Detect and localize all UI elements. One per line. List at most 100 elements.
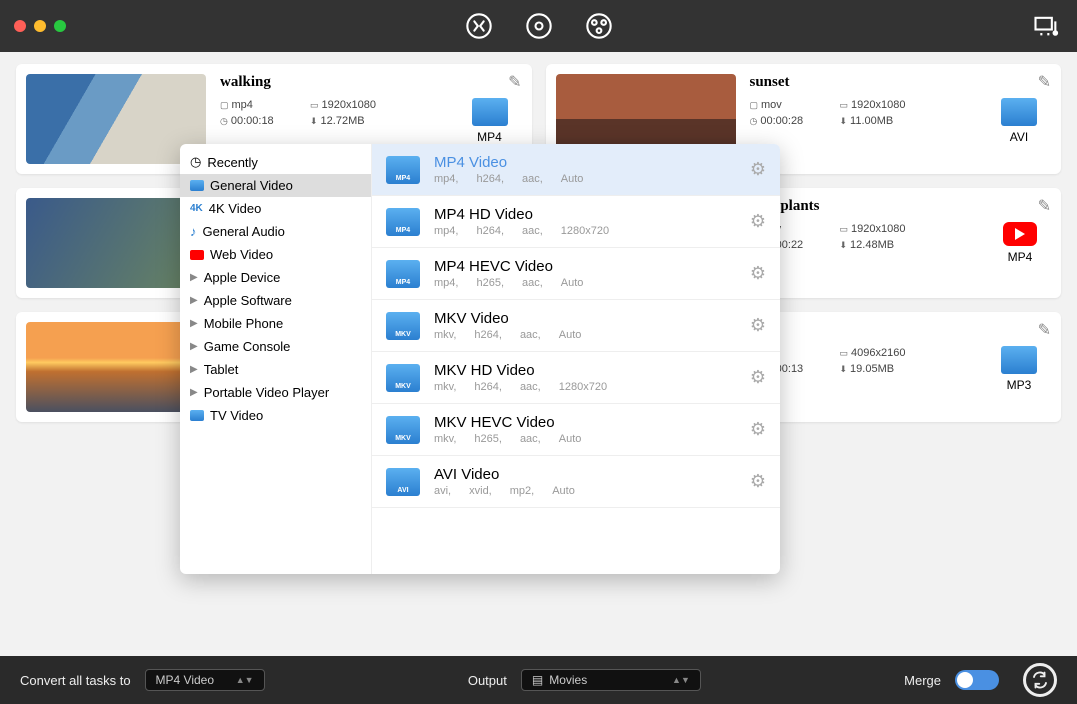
video-title: rine-plants [750, 198, 1052, 215]
format-option[interactable]: MKV MKV Video mkv,h264,aac,Auto ⚙ [372, 300, 780, 352]
gear-icon[interactable]: ⚙ [750, 471, 766, 492]
format-icon [472, 98, 508, 126]
format-text: MP4 HD Video mp4,h264,aac,1280x720 [434, 206, 750, 237]
category-item[interactable]: ▶Apple Software [180, 289, 371, 312]
format-thumb-icon: MP4 [386, 156, 420, 184]
category-item[interactable]: ▶Apple Device [180, 266, 371, 289]
resolution: ▭ 4096x2160 [840, 347, 960, 359]
close-window-button[interactable] [14, 20, 26, 32]
category-item[interactable]: TV Video [180, 404, 371, 427]
output-format-badge[interactable]: MP4 [472, 98, 508, 144]
category-item[interactable]: ▶Portable Video Player [180, 381, 371, 404]
maximize-window-button[interactable] [54, 20, 66, 32]
output-folder-value: Movies [549, 673, 587, 687]
music-note-icon: ♪ [190, 224, 197, 239]
format-name: MP4 Video [434, 154, 750, 171]
start-convert-button[interactable] [1023, 663, 1057, 697]
youtube-icon [1003, 222, 1037, 246]
output-format-badge[interactable]: MP4 [1003, 222, 1037, 264]
format-icon [1001, 98, 1037, 126]
filesize: ⬇ 12.48MB [840, 239, 960, 251]
gear-icon[interactable]: ⚙ [750, 367, 766, 388]
output-format-badge[interactable]: MP3 [1001, 346, 1037, 392]
edit-icon[interactable]: ✎ [1038, 320, 1051, 340]
format-name: MKV HD Video [434, 362, 750, 379]
output-format-label: MP4 [1003, 250, 1037, 264]
youtube-icon [190, 250, 204, 260]
movie-tab-icon[interactable] [584, 11, 614, 41]
category-label: General Audio [203, 224, 285, 239]
format-option[interactable]: MKV MKV HEVC Video mkv,h265,aac,Auto ⚙ [372, 404, 780, 456]
film-icon [190, 180, 204, 191]
edit-icon[interactable]: ✎ [1038, 196, 1051, 216]
category-item[interactable]: ◷Recently [180, 150, 371, 174]
output-format-badge[interactable]: AVI [1001, 98, 1037, 144]
format-thumb-icon: MKV [386, 416, 420, 444]
output-label: Output [468, 673, 507, 688]
category-item[interactable]: ▶Tablet [180, 358, 371, 381]
gear-icon[interactable]: ⚙ [750, 159, 766, 180]
edit-icon[interactable]: ✎ [508, 72, 521, 92]
filesize: ⬇ 19.05MB [840, 363, 960, 375]
media-library-icon[interactable] [1031, 11, 1061, 41]
format-detail: mp4,h264,aac,1280x720 [434, 225, 750, 237]
filesize: ⬇ 11.00MB [840, 115, 960, 127]
tv-icon [190, 410, 204, 421]
clock-icon: ◷ [190, 154, 201, 170]
format-detail: mp4,h265,aac,Auto [434, 277, 750, 289]
convert-all-value: MP4 Video [156, 673, 214, 687]
caret-icon: ▲▼ [672, 675, 690, 685]
format-detail: mp4,h264,aac,Auto [434, 173, 750, 185]
format-thumb-icon: MKV [386, 364, 420, 392]
category-label: Web Video [210, 247, 273, 262]
convert-all-label: Convert all tasks to [20, 673, 131, 688]
folder-icon: ▤ [532, 673, 543, 687]
category-item[interactable]: General Video [180, 174, 371, 197]
category-item[interactable]: Web Video [180, 243, 371, 266]
format-thumb-icon: MP4 [386, 208, 420, 236]
duration: ◷ 00:00:28 [750, 115, 840, 127]
gear-icon[interactable]: ⚙ [750, 263, 766, 284]
category-item[interactable]: 4K4K Video [180, 197, 371, 220]
category-label: Mobile Phone [204, 316, 284, 331]
convert-all-select[interactable]: MP4 Video ▲▼ [145, 669, 265, 691]
format-option[interactable]: MP4 MP4 HEVC Video mp4,h265,aac,Auto ⚙ [372, 248, 780, 300]
format-detail: mkv,h264,aac,1280x720 [434, 381, 750, 393]
format-list: MP4 MP4 Video mp4,h264,aac,Auto ⚙ MP4 MP… [372, 144, 780, 574]
top-tabs [464, 11, 614, 41]
category-label: General Video [210, 178, 293, 193]
format-text: MP4 Video mp4,h264,aac,Auto [434, 154, 750, 185]
video-thumbnail [26, 322, 206, 412]
video-title: ce [750, 322, 1052, 339]
format-detail: mkv,h264,aac,Auto [434, 329, 750, 341]
format-option[interactable]: MKV MKV HD Video mkv,h264,aac,1280x720 ⚙ [372, 352, 780, 404]
caret-icon: ▲▼ [236, 675, 254, 685]
gear-icon[interactable]: ⚙ [750, 211, 766, 232]
format-option[interactable]: MP4 MP4 HD Video mp4,h264,aac,1280x720 ⚙ [372, 196, 780, 248]
edit-icon[interactable]: ✎ [1038, 72, 1051, 92]
format-name: MKV HEVC Video [434, 414, 750, 431]
convert-tab-icon[interactable] [464, 11, 494, 41]
resolution: ▭ 1920x1080 [840, 223, 960, 235]
merge-toggle[interactable] [955, 670, 999, 690]
gear-icon[interactable]: ⚙ [750, 315, 766, 336]
mp3-icon [1001, 346, 1037, 374]
minimize-window-button[interactable] [34, 20, 46, 32]
format-name: AVI Video [434, 466, 750, 483]
chevron-right-icon: ▶ [190, 341, 198, 352]
format-text: AVI Video avi,xvid,mp2,Auto [434, 466, 750, 497]
category-item[interactable]: ▶Mobile Phone [180, 312, 371, 335]
window-controls [14, 20, 66, 32]
format-thumb-icon: AVI [386, 468, 420, 496]
file-ext: ▢ mp4 [220, 99, 310, 111]
gear-icon[interactable]: ⚙ [750, 419, 766, 440]
category-item[interactable]: ▶Game Console [180, 335, 371, 358]
rip-tab-icon[interactable] [524, 11, 554, 41]
video-title: walking [220, 74, 522, 91]
category-item[interactable]: ♪ General Audio [180, 220, 371, 243]
format-option[interactable]: AVI AVI Video avi,xvid,mp2,Auto ⚙ [372, 456, 780, 508]
bottom-bar: Convert all tasks to MP4 Video ▲▼ Output… [0, 656, 1077, 704]
format-option[interactable]: MP4 MP4 Video mp4,h264,aac,Auto ⚙ [372, 144, 780, 196]
video-title: sunset [750, 74, 1052, 91]
output-folder-select[interactable]: ▤ Movies ▲▼ [521, 669, 701, 691]
